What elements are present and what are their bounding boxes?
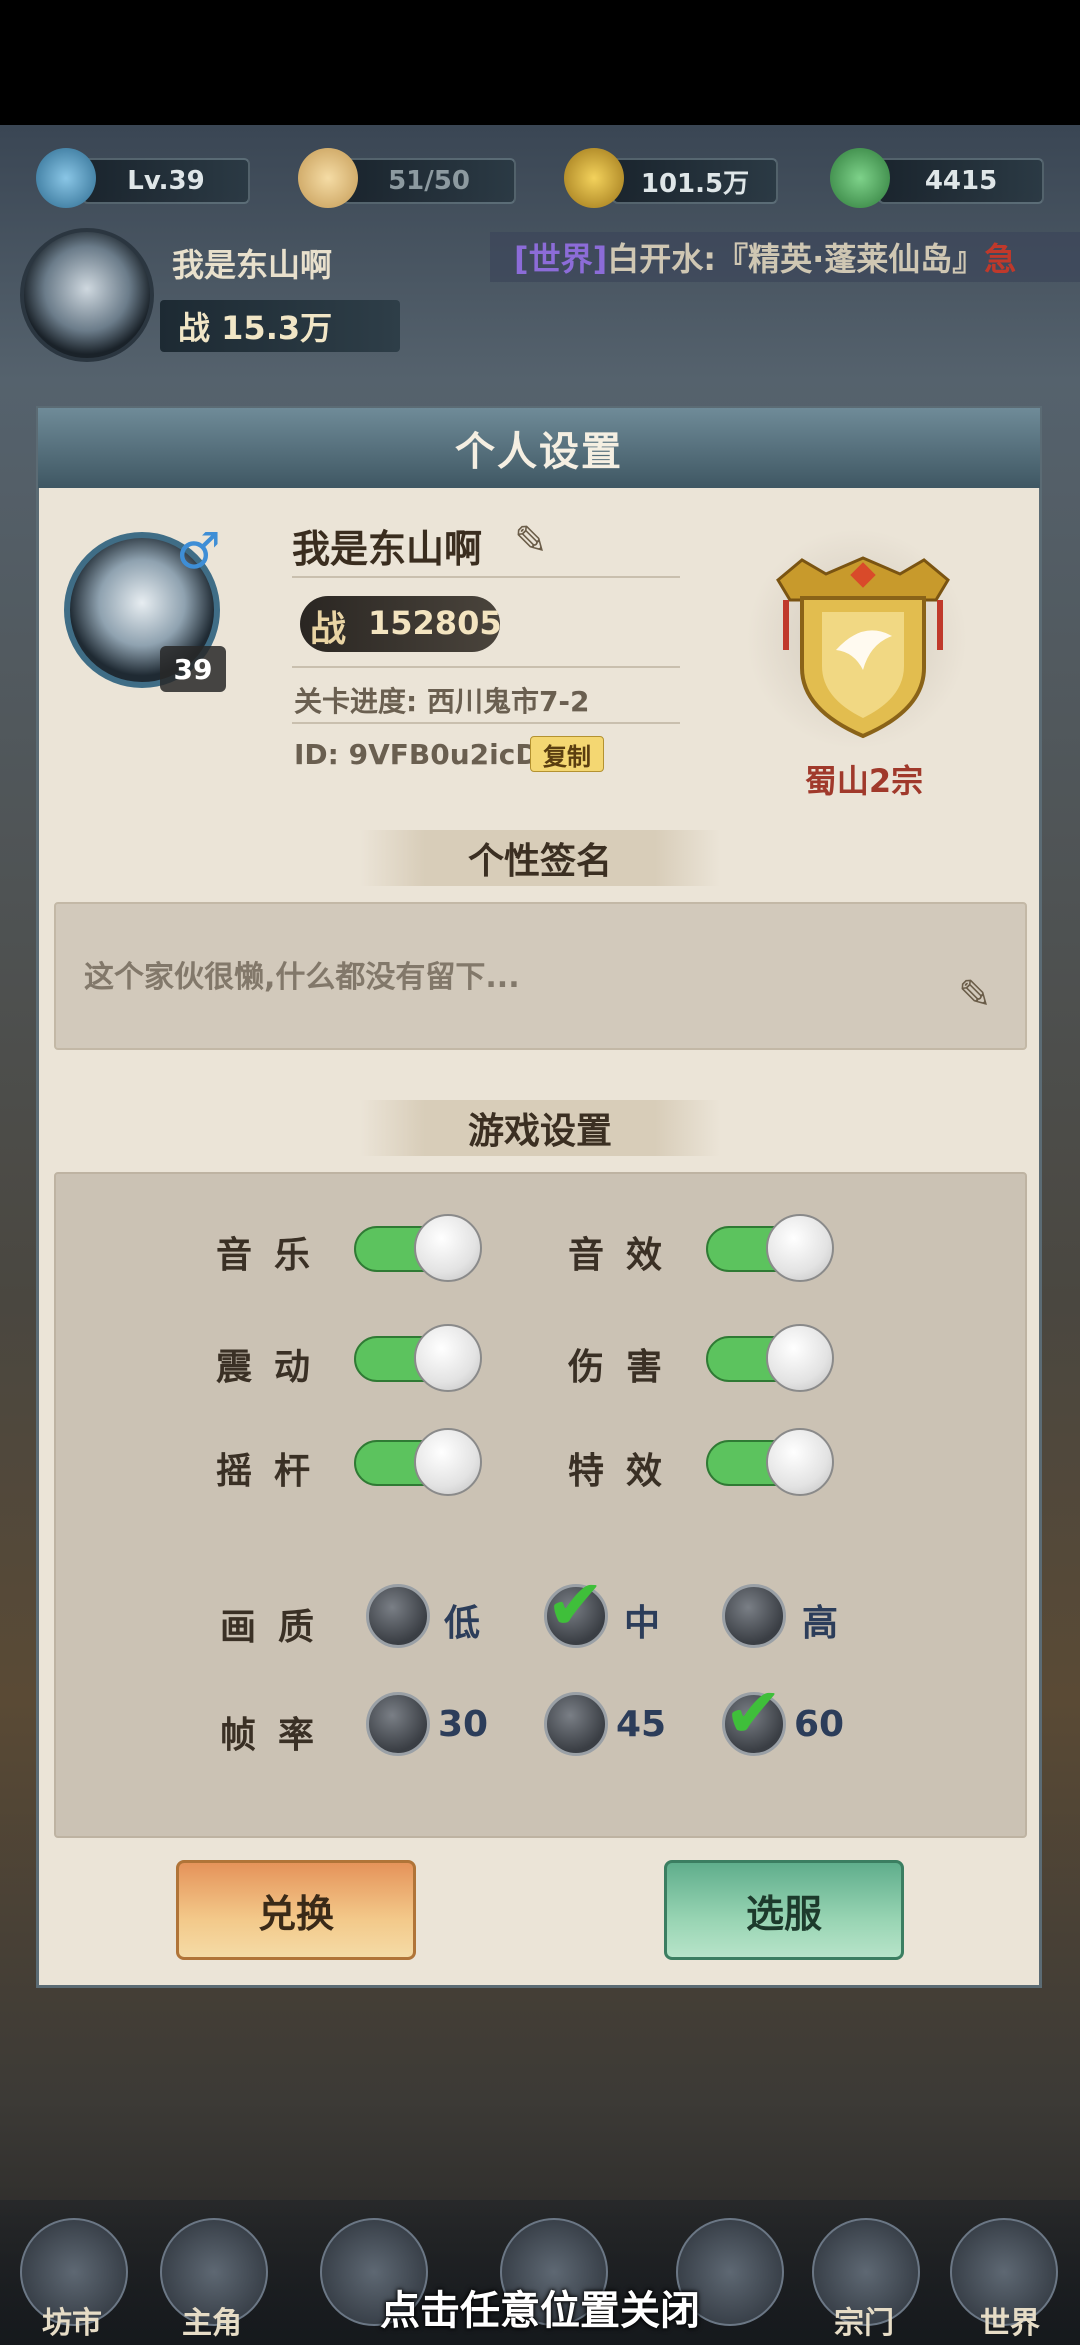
jade-icon — [830, 148, 890, 208]
fps-45-label: 45 — [616, 1704, 667, 1745]
damage-toggle[interactable] — [706, 1324, 834, 1392]
damage-label: 伤害 — [568, 1347, 685, 1388]
sfx-toggle[interactable] — [706, 1214, 834, 1282]
player-name: 我是东山啊 — [172, 246, 333, 284]
signature-text: 这个家伙很懒,什么都没有留下... — [84, 960, 520, 995]
ticker-tail: 急 — [984, 240, 1017, 278]
quality-low-radio[interactable] — [366, 1584, 430, 1648]
male-icon: ♂ — [176, 522, 221, 580]
stage-progress: 关卡进度: 西川鬼市7-2 — [294, 685, 590, 718]
divider — [292, 666, 680, 668]
close-hint[interactable]: 点击任意位置关闭 — [0, 2278, 1080, 2336]
coin-display[interactable]: 101.5万 — [612, 158, 778, 204]
check-icon: ✔ — [546, 1564, 605, 1646]
settings-title: 游戏设置 — [360, 1100, 720, 1156]
level-display: Lv.39 — [82, 158, 250, 204]
divider — [292, 722, 680, 724]
quality-low-label: 低 — [444, 1603, 481, 1644]
power-label: 战 — [310, 609, 347, 650]
edit-signature-icon[interactable]: ✎ — [958, 972, 992, 1018]
fps-30-label: 30 — [438, 1704, 489, 1745]
sect-shield-icon[interactable] — [766, 540, 960, 740]
select-server-button[interactable]: 选服 — [664, 1860, 904, 1960]
panel-title: 个人设置 — [455, 429, 623, 475]
vibration-label: 震动 — [216, 1347, 333, 1388]
vibration-toggle[interactable] — [354, 1324, 482, 1392]
quality-high-radio[interactable] — [722, 1584, 786, 1648]
sect-name: 蜀山2宗 — [804, 762, 924, 800]
power-value: 152805 — [368, 604, 502, 642]
signature-title: 个性签名 — [360, 830, 720, 886]
check-icon: ✔ — [724, 1672, 783, 1754]
profile-level: 39 — [160, 646, 226, 692]
music-toggle[interactable] — [354, 1214, 482, 1282]
effects-toggle[interactable] — [706, 1428, 834, 1496]
effects-label: 特效 — [568, 1451, 685, 1492]
redeem-button[interactable]: 兑换 — [176, 1860, 416, 1960]
sfx-label: 音效 — [568, 1235, 685, 1276]
fps-45-radio[interactable] — [544, 1692, 608, 1756]
joystick-label: 摇杆 — [216, 1451, 333, 1492]
level-swirl-icon — [36, 148, 96, 208]
bun-icon — [298, 148, 358, 208]
music-label: 音乐 — [216, 1235, 333, 1276]
settings-box — [54, 1172, 1027, 1838]
stamina-display[interactable]: 51/50 — [342, 158, 516, 204]
ticker-speaker: 白开水: — [607, 240, 717, 278]
quality-label: 画质 — [220, 1607, 337, 1648]
player-power: 战 15.3万 — [160, 300, 400, 352]
world-chat-ticker[interactable]: [世界] 白开水: 『精英·蓬莱仙岛』 急 — [490, 232, 1080, 282]
framerate-label: 帧率 — [220, 1715, 337, 1756]
player-avatar[interactable] — [20, 228, 154, 362]
quality-mid-label: 中 — [624, 1603, 661, 1644]
copy-id-button[interactable]: 复制 — [530, 736, 604, 772]
joystick-toggle[interactable] — [354, 1428, 482, 1496]
player-id: ID: 9VFB0u2icDe — [294, 738, 558, 771]
edit-name-icon[interactable]: ✎ — [514, 518, 548, 564]
quality-high-label: 高 — [802, 1603, 839, 1644]
ticker-text: 『精英·蓬莱仙岛』 — [716, 240, 985, 278]
fps-30-radio[interactable] — [366, 1692, 430, 1756]
profile-name: 我是东山啊 — [292, 527, 483, 571]
ticker-tag: [世界] — [514, 240, 608, 278]
fps-60-label: 60 — [794, 1704, 845, 1745]
divider — [292, 576, 680, 578]
coin-icon — [564, 148, 624, 208]
jade-display[interactable]: 4415 — [878, 158, 1044, 204]
